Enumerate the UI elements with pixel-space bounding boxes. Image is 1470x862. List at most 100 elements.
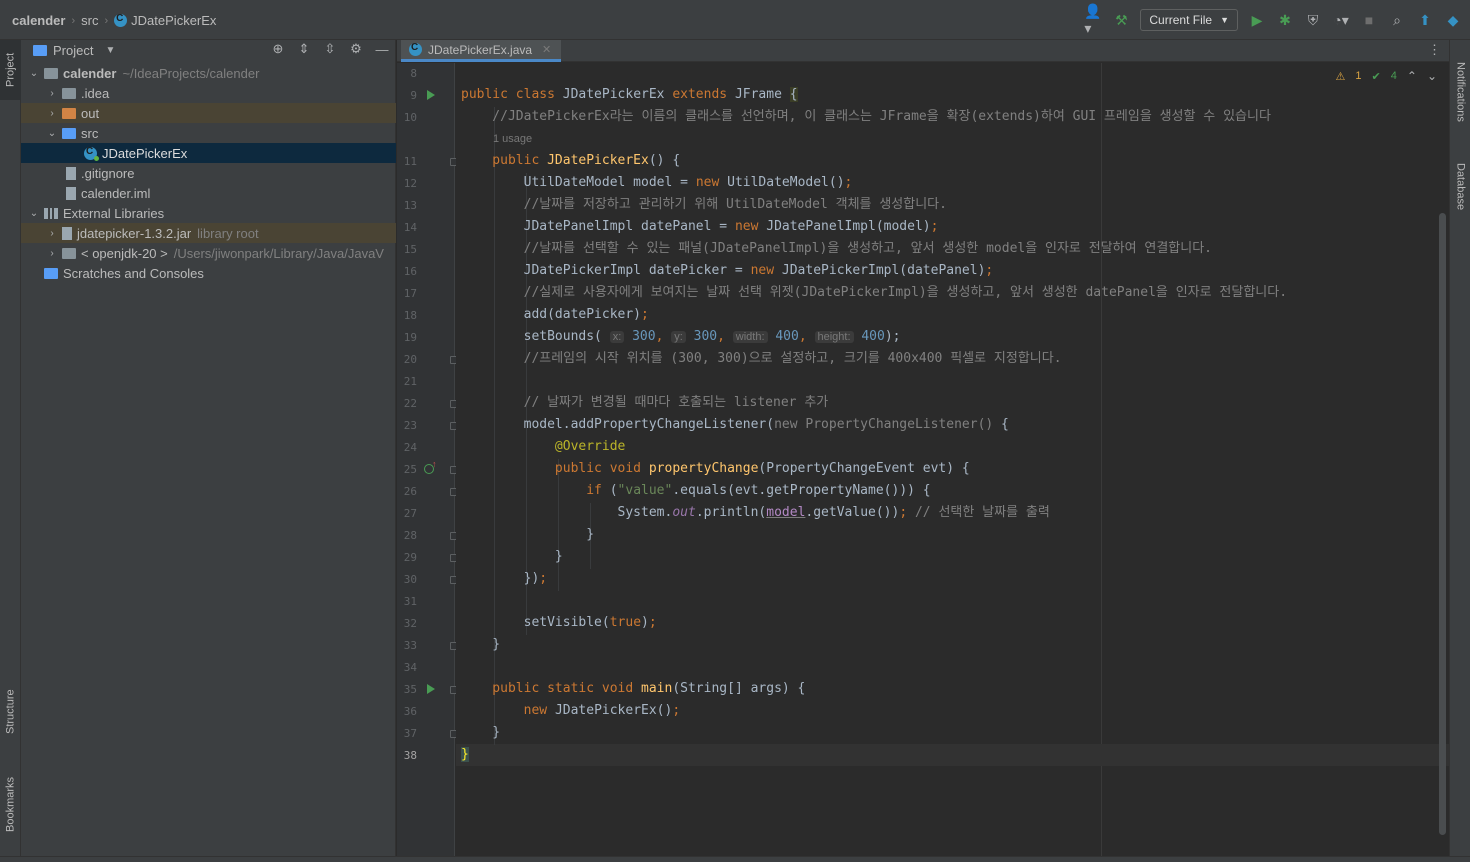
expand-all-icon[interactable]: ⇕ (297, 41, 311, 56)
tree-row-scratches[interactable]: Scratches and Consoles (21, 263, 396, 283)
token: 300 (632, 329, 656, 344)
usage-hint[interactable]: 1 usage (493, 128, 532, 150)
code-line-30: }); (461, 568, 548, 590)
token: setVisible( (461, 615, 610, 630)
token: }) (461, 571, 540, 586)
chevron-up-icon[interactable]: ⌃ (1407, 69, 1417, 83)
code-line-11: public JDatePickerEx() { (461, 150, 680, 172)
vertical-scrollbar[interactable] (1439, 213, 1446, 835)
run-gutter-icon[interactable] (427, 90, 435, 100)
tree-row-jdatepicker-jar[interactable]: › jdatepicker-1.3.2.jar library root (21, 223, 396, 243)
java-class-icon (114, 13, 128, 27)
token: ; (930, 219, 939, 234)
token: add(datePicker) (461, 307, 642, 322)
chevron-right-icon[interactable]: › (45, 248, 59, 259)
chevron-down-icon[interactable]: ⌄ (1427, 69, 1437, 83)
tree-row-out[interactable]: › out (21, 103, 396, 123)
project-tool-tab[interactable]: Project (0, 40, 21, 100)
code-editor[interactable]: ⚠ 1 ✔ 4 ⌃ ⌄ public class JDatePickerEx e… (456, 63, 1449, 856)
token: 400 (861, 329, 885, 344)
line-number: 8 (410, 67, 417, 80)
debug-bug-icon[interactable]: ✱ (1276, 11, 1294, 29)
editor-tab-jdatepickerex[interactable]: JDatePickerEx.java ✕ (401, 40, 562, 62)
bookmarks-tool-tab[interactable]: Bookmarks (0, 762, 21, 846)
coverage-icon[interactable]: ⛨ (1304, 11, 1322, 29)
tree-row-src[interactable]: ⌄ src (21, 123, 396, 143)
line-number: 12 (403, 177, 417, 190)
run-gutter-icon[interactable] (427, 684, 435, 694)
line-number: 20 (403, 353, 417, 366)
chevron-right-icon[interactable]: › (45, 228, 59, 239)
tree-label: Scratches and Consoles (63, 265, 204, 281)
library-icon (44, 207, 58, 219)
tree-row-iml[interactable]: calender.iml (21, 183, 396, 203)
build-hammer-icon[interactable]: ⚒ (1112, 11, 1130, 29)
locate-file-icon[interactable]: ⊕ (271, 41, 285, 56)
more-options-icon[interactable]: ⋮ (1428, 42, 1441, 58)
module-file-icon (66, 186, 76, 200)
run-icon[interactable]: ▶ (1248, 11, 1266, 29)
chevron-right-icon[interactable]: › (45, 88, 59, 99)
current-line-highlight (456, 744, 1449, 766)
line-number: 32 (403, 617, 417, 630)
token: public class (461, 87, 563, 102)
collapse-all-icon[interactable]: ⇳ (323, 41, 337, 56)
line-number: 34 (403, 661, 417, 674)
line-number: 18 (403, 309, 417, 322)
breadcrumb-file[interactable]: JDatePickerEx (131, 13, 216, 28)
line-number: 25 (403, 463, 417, 476)
token: model (766, 505, 806, 520)
token: 400 (775, 329, 799, 344)
chevron-down-icon[interactable]: ▼ (105, 45, 115, 56)
tree-row-openjdk[interactable]: › < openjdk-20 > /Users/jiwonpark/Librar… (21, 243, 396, 263)
token: "value" (617, 483, 673, 498)
profile-icon[interactable]: ◔▾ (1332, 11, 1350, 29)
tree-row-external-libraries[interactable]: ⌄ External Libraries (21, 203, 396, 223)
inspection-widget[interactable]: ⚠ 1 ✔ 4 ⌃ ⌄ (1336, 69, 1437, 83)
stop-icon[interactable]: ■ (1360, 11, 1378, 29)
project-view-selector[interactable]: Project (53, 43, 93, 58)
tree-label: .idea (81, 85, 110, 101)
line-number-current: 38 (403, 749, 417, 762)
tree-label: out (81, 105, 100, 121)
code-line-12: UtilDateModel model = new UtilDateModel(… (461, 172, 853, 194)
token: .getValue()) (805, 505, 900, 520)
tree-label: .gitignore (81, 165, 135, 181)
folder-icon (62, 87, 76, 99)
breadcrumb-project[interactable]: calender (12, 13, 65, 28)
token: ; (985, 263, 994, 278)
token: out (672, 505, 696, 520)
param-hint: x: (609, 331, 625, 343)
project-toolbar: ⊕ ⇕ ⇳ ⚙ — (271, 41, 389, 57)
user-icon[interactable]: 👤▾ (1084, 3, 1102, 36)
hide-icon[interactable]: — (375, 42, 389, 57)
breadcrumb-src[interactable]: src (81, 13, 98, 28)
update-icon[interactable]: ⬆ (1416, 11, 1434, 29)
gear-icon[interactable]: ⚙ (349, 41, 363, 56)
chevron-down-icon[interactable]: ⌄ (27, 208, 41, 219)
tree-row-gitignore[interactable]: .gitignore (21, 163, 396, 183)
code-line-37: } (461, 725, 501, 740)
token: // 선택한 날짜를 출력 (914, 505, 1050, 520)
tree-row-idea[interactable]: › .idea (21, 83, 396, 103)
line-number: 35 (403, 683, 417, 696)
token: new (734, 219, 767, 234)
status-bar (0, 856, 1470, 862)
usage-label: 1 usage (493, 133, 533, 145)
tree-row-project-root[interactable]: ⌄ calender ~/IdeaProjects/calender (21, 63, 396, 83)
close-icon[interactable]: ✕ (542, 43, 551, 56)
run-configuration-dropdown[interactable]: Current File ▼ (1140, 9, 1238, 31)
notifications-tool-tab[interactable]: Notifications (1450, 44, 1470, 140)
override-gutter-icon[interactable] (424, 459, 437, 474)
chevron-down-icon[interactable]: ⌄ (45, 128, 59, 139)
structure-tool-tab[interactable]: Structure (0, 676, 21, 748)
chevron-down-icon[interactable]: ⌄ (27, 68, 41, 79)
token: JDatePanelImpl datePanel = (461, 219, 735, 234)
token: new (750, 263, 782, 278)
toolbar-actions: 👤▾ ⚒ Current File ▼ ▶ ✱ ⛨ ◔▾ ■ ⌕ ⬆ ◆ (1084, 3, 1462, 36)
database-tool-tab[interactable]: Database (1450, 152, 1470, 222)
tree-row-jdatepickerex[interactable]: JDatePickerEx (21, 143, 396, 163)
chevron-right-icon[interactable]: › (45, 108, 59, 119)
search-icon[interactable]: ⌕ (1388, 11, 1406, 29)
code-line-28: } (461, 527, 595, 542)
